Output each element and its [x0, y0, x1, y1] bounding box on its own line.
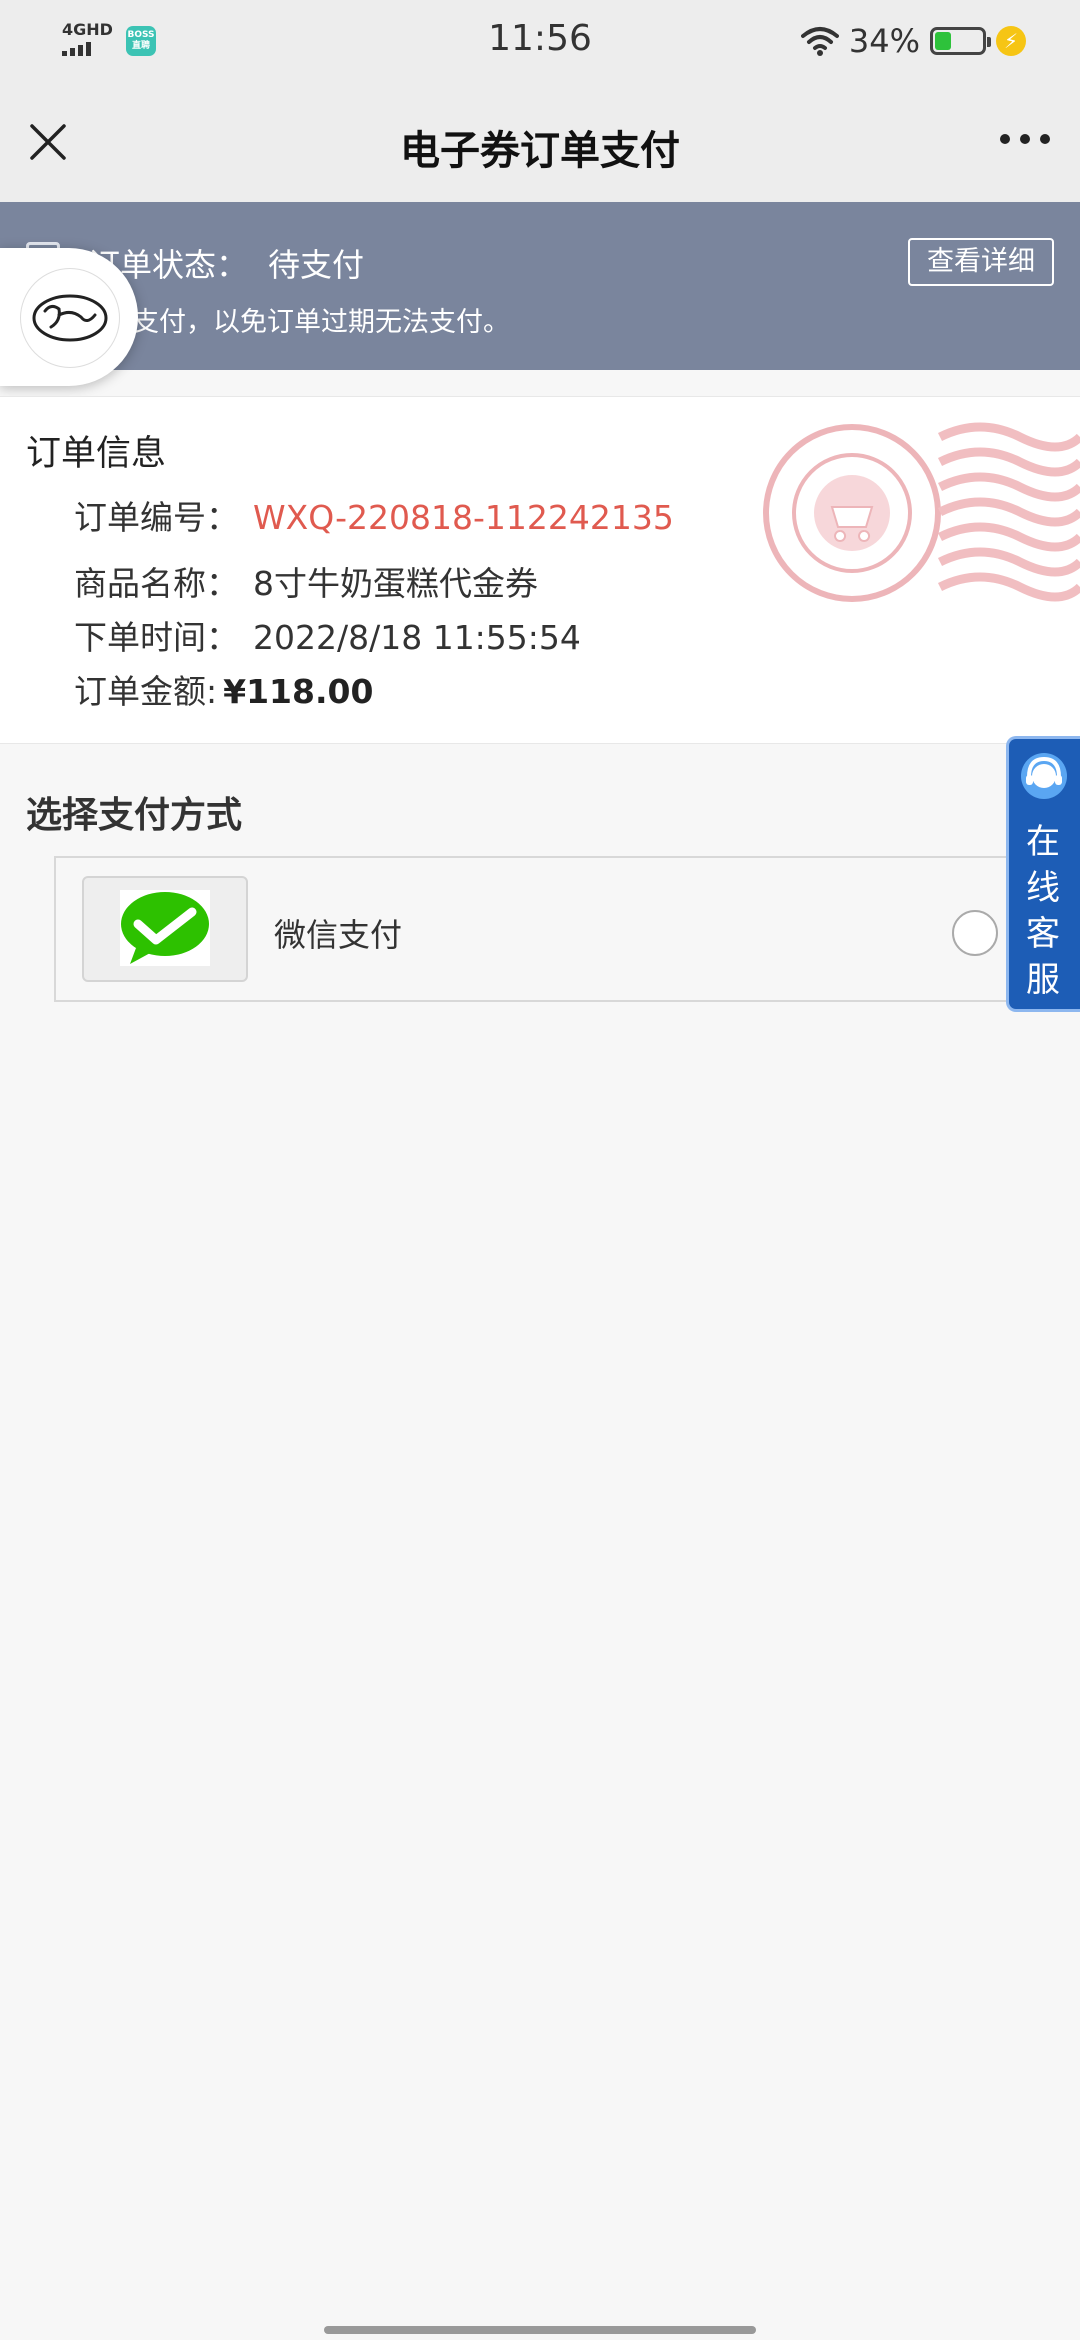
customer-service-icon: [1021, 753, 1067, 799]
wechat-pay-option[interactable]: 微信支付: [54, 856, 1080, 1002]
charging-icon: ⚡: [996, 26, 1026, 56]
battery-icon: [930, 27, 991, 55]
status-bar: 4GHD BOSS直聘 11:56 34% ⚡: [0, 0, 1080, 84]
product-name-label: 商品名称：: [74, 564, 239, 603]
product-name-row: 商品名称： 8寸牛奶蛋糕代金券: [74, 557, 538, 605]
order-number-label: 订单编号：: [74, 498, 239, 537]
wechat-pay-tile: [82, 876, 248, 982]
order-info-card: 订单信息 订单编号： WXQ-220818-112242135 商品名称： 8寸牛奶…: [0, 396, 1080, 744]
view-detail-button[interactable]: 查看详细: [908, 238, 1054, 286]
payment-method-title: 选择支付方式: [26, 795, 243, 836]
battery-percent: 34%: [848, 22, 920, 60]
home-indicator[interactable]: [324, 2326, 756, 2334]
order-time-value: 2022/8/18 11:55:54: [253, 618, 581, 657]
order-info-title: 订单信息: [26, 434, 167, 474]
nav-bar: 电子券订单支付: [0, 84, 1080, 202]
service-char-2: 线: [1026, 868, 1060, 908]
page-title: 电子券订单支付: [400, 128, 680, 174]
wechat-pay-icon: [120, 890, 210, 966]
service-char-4: 服: [1026, 960, 1060, 1000]
status-right: 34% ⚡: [800, 22, 1026, 60]
service-char-1: 在: [1026, 822, 1060, 862]
floating-shop-logo[interactable]: [0, 248, 138, 386]
order-amount-row: 订单金额: ¥118.00: [74, 665, 373, 713]
online-service-button[interactable]: 在 线 客 服: [1006, 736, 1080, 1012]
order-number-value: WXQ-220818-112242135: [253, 498, 674, 537]
order-time-label: 下单时间：: [74, 618, 239, 657]
order-time-row: 下单时间： 2022/8/18 11:55:54: [74, 611, 581, 659]
order-status-banner: 订单状态： 待支付 尽快支付，以免订单过期无法支付。 查看详细: [0, 202, 1080, 370]
order-number-row: 订单编号： WXQ-220818-112242135: [74, 491, 674, 539]
more-dots-icon[interactable]: [1000, 134, 1050, 150]
battery-fill: [935, 32, 951, 50]
payment-hint: 尽快支付，以免订单过期无法支付。: [78, 307, 510, 338]
online-service-label: 在 线 客 服: [1009, 819, 1077, 1003]
order-status-value: 待支付: [268, 246, 365, 284]
renhe-logo-icon: [20, 268, 120, 368]
product-name-value: 8寸牛奶蛋糕代金券: [253, 564, 538, 603]
wifi-icon: [800, 27, 839, 56]
wechat-pay-label: 微信支付: [274, 916, 403, 954]
order-amount-label: 订单金额:: [74, 672, 218, 711]
added-to-collection-stamp: [763, 422, 1080, 602]
service-char-3: 客: [1026, 914, 1060, 954]
wechat-pay-radio[interactable]: [952, 910, 998, 956]
order-amount-value: ¥118.00: [223, 672, 374, 711]
